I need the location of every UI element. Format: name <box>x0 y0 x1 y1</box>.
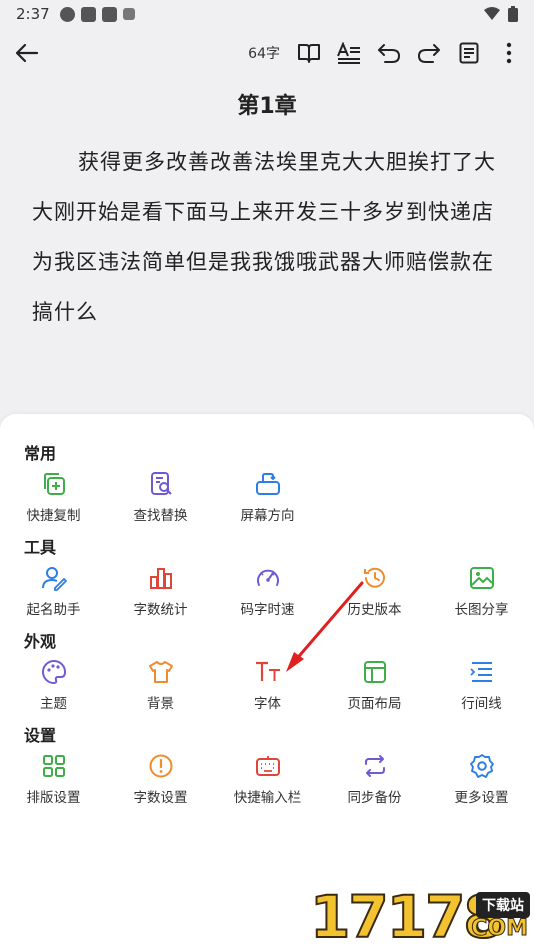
name-assistant-label: 起名助手 <box>26 602 81 618</box>
history-versions-button[interactable]: 历史版本 <box>321 564 428 618</box>
copy-add-icon <box>43 473 65 495</box>
quick-input-bar-label: 快捷输入栏 <box>233 790 302 806</box>
section-title-tools: 工具 <box>24 538 57 557</box>
font-button[interactable]: 字体 <box>214 658 321 712</box>
notification-icon <box>80 6 96 22</box>
quick-copy-button[interactable]: 快捷复制 <box>0 470 107 524</box>
book-icon <box>298 44 320 63</box>
page-layout-button[interactable]: 页面布局 <box>321 658 428 712</box>
quick-copy-label: 快捷复制 <box>26 508 81 524</box>
watermark-suffix: COM <box>471 916 529 942</box>
word-stats-label: 字数统计 <box>133 602 188 618</box>
alert-circle-icon <box>149 754 172 778</box>
sync-backup-label: 同步备份 <box>347 790 402 806</box>
notification-icon <box>101 6 117 22</box>
image-share-icon <box>469 567 494 589</box>
background-label: 背景 <box>147 696 174 712</box>
screen-rotate-icon <box>255 473 280 495</box>
grid-layout-icon <box>42 755 65 777</box>
section-title-appearance: 外观 <box>24 632 57 651</box>
typing-speed-label: 码字时速 <box>240 602 295 618</box>
arrow-left-icon <box>15 43 39 63</box>
layout-icon <box>363 661 386 683</box>
section-tools-row: 起名助手 字数统计 码字时速 历史版本 长图分享 <box>0 564 534 634</box>
word-count-settings-button[interactable]: 字数设置 <box>107 752 214 806</box>
typesetting-settings-button[interactable]: 排版设置 <box>0 752 107 806</box>
back-button[interactable] <box>12 38 42 68</box>
find-replace-button[interactable]: 查找替换 <box>107 470 214 524</box>
wifi-icon <box>484 7 500 20</box>
page-layout-label: 页面布局 <box>347 696 402 712</box>
gear-icon <box>469 754 494 778</box>
status-bar: 2:37 <box>0 0 534 28</box>
font-icon <box>255 661 280 681</box>
document-icon <box>459 42 479 64</box>
section-appearance-row: 主题 背景 字体 页面布局 行间线 <box>0 658 534 728</box>
sync-icon <box>364 755 385 777</box>
book-button[interactable] <box>296 40 322 66</box>
undo-icon <box>378 44 400 63</box>
watermark-tag: 下载站 <box>476 892 530 918</box>
speedometer-icon <box>256 569 279 586</box>
section-title-settings: 设置 <box>24 726 57 745</box>
more-vertical-icon <box>506 42 512 64</box>
screen-orientation-label: 屏幕方向 <box>240 508 295 524</box>
history-icon <box>363 567 385 588</box>
app-notification-icon <box>59 6 75 22</box>
section-title-common: 常用 <box>24 444 57 463</box>
typesetting-settings-label: 排版设置 <box>26 790 81 806</box>
long-image-share-button[interactable]: 长图分享 <box>428 564 534 618</box>
word-stats-icon <box>149 568 172 589</box>
redo-icon <box>418 44 440 63</box>
format-text-button[interactable] <box>336 40 362 66</box>
theme-label: 主题 <box>40 696 67 712</box>
name-assistant-icon <box>41 567 67 591</box>
status-time: 2:37 <box>16 5 50 23</box>
redo-button[interactable] <box>416 40 442 66</box>
long-image-share-label: 长图分享 <box>454 602 509 618</box>
watermark-logo: 17178 下载站 COM <box>309 885 532 949</box>
more-settings-label: 更多设置 <box>454 790 509 806</box>
notification-a-icon <box>122 8 135 20</box>
find-replace-label: 查找替换 <box>133 508 188 524</box>
quick-input-bar-button[interactable]: 快捷输入栏 <box>214 752 321 806</box>
section-settings-row: 排版设置 字数设置 快捷输入栏 同步备份 更多设置 <box>0 752 534 822</box>
keyboard-icon <box>255 756 280 776</box>
typing-speed-button[interactable]: 码字时速 <box>214 564 321 618</box>
history-versions-label: 历史版本 <box>347 602 402 618</box>
chapter-body[interactable]: 获得更多改善改善法埃里克大大胆挨打了大大刚开始是看下面马上来开发三十多岁到快递店… <box>32 137 502 337</box>
notes-button[interactable] <box>456 40 482 66</box>
battery-icon <box>508 6 518 22</box>
tools-bottom-sheet: 常用 快捷复制 查找替换 屏幕方向 工具 起名助手 字数统计 码字时速 历史版本… <box>0 414 534 950</box>
word-count[interactable]: 64字 <box>248 43 280 63</box>
line-spacing-icon <box>469 662 492 682</box>
palette-icon <box>41 659 66 685</box>
font-label: 字体 <box>254 696 281 712</box>
theme-button[interactable]: 主题 <box>0 658 107 712</box>
screen-orientation-button[interactable]: 屏幕方向 <box>214 470 321 524</box>
section-common-row: 快捷复制 查找替换 屏幕方向 <box>0 470 534 540</box>
background-button[interactable]: 背景 <box>107 658 214 712</box>
editor-toolbar: 64字 <box>0 30 534 76</box>
more-settings-button[interactable]: 更多设置 <box>428 752 534 806</box>
line-spacing-label: 行间线 <box>461 696 502 712</box>
text-format-icon <box>337 42 360 64</box>
word-stats-button[interactable]: 字数统计 <box>107 564 214 618</box>
find-replace-icon <box>150 472 172 495</box>
word-count-settings-label: 字数设置 <box>133 790 188 806</box>
name-assistant-button[interactable]: 起名助手 <box>0 564 107 618</box>
chapter-title[interactable]: 第1章 <box>0 88 534 120</box>
undo-button[interactable] <box>376 40 402 66</box>
tshirt-icon <box>148 661 173 683</box>
sync-backup-button[interactable]: 同步备份 <box>321 752 428 806</box>
more-menu-button[interactable] <box>496 40 522 66</box>
line-spacing-button[interactable]: 行间线 <box>428 658 534 712</box>
